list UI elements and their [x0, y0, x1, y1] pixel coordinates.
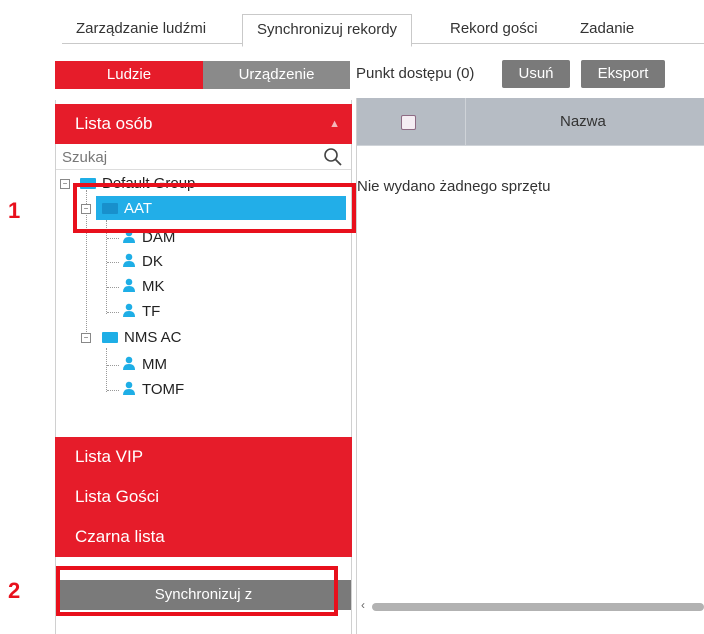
segment-device[interactable]: Urządzenie: [203, 61, 350, 89]
tree-item-label: TF: [142, 303, 161, 320]
tree-line: [107, 365, 119, 366]
table-header: Nazwa: [357, 98, 704, 146]
person-icon: [123, 356, 135, 371]
tree-item-label: TOMF: [142, 381, 185, 398]
tree-line: [107, 238, 119, 239]
access-point-label: Punkt dostępu (0): [356, 65, 475, 82]
tree-item-label: MK: [142, 278, 165, 295]
vip-list-header[interactable]: Lista VIP: [55, 437, 352, 477]
annotation-number-2: 2: [8, 578, 21, 603]
person-icon: [123, 303, 135, 318]
horizontal-scrollbar[interactable]: [372, 603, 704, 611]
tab-sync-records[interactable]: Synchronizuj rekordy: [242, 14, 413, 47]
annotation-number-1: 1: [8, 198, 21, 223]
tree-item-nms-ac[interactable]: NMS AC: [102, 326, 182, 350]
black-list-header[interactable]: Czarna lista: [55, 517, 352, 557]
collapse-toggle-icon[interactable]: −: [60, 179, 70, 189]
guest-list-header[interactable]: Lista Gości: [55, 477, 352, 517]
export-button[interactable]: Eksport: [581, 60, 665, 88]
tree-line: [107, 390, 119, 391]
segment-people[interactable]: Ludzie: [55, 61, 203, 89]
column-header-name[interactable]: Nazwa: [560, 98, 606, 146]
tree-item-label: NMS AC: [124, 329, 182, 346]
tree-line: [106, 220, 107, 314]
search-icon[interactable]: [323, 147, 343, 167]
tab-people-management[interactable]: Zarządzanie ludźmi: [62, 14, 220, 44]
tree-item-person[interactable]: TOMF: [122, 378, 184, 402]
delete-button[interactable]: Usuń: [502, 60, 570, 88]
tree-item-label: DK: [142, 253, 163, 270]
person-icon: [123, 381, 135, 396]
tree-item-label: MM: [142, 356, 167, 373]
tree-item-person[interactable]: TF: [122, 300, 160, 324]
column-divider: [465, 98, 466, 146]
tree-line: [106, 348, 107, 392]
chevron-up-icon[interactable]: ▲: [329, 104, 340, 144]
annotation-box-1: [73, 183, 356, 233]
person-icon: [123, 253, 135, 268]
tree-line: [107, 287, 119, 288]
tree-item-person[interactable]: MM: [122, 353, 167, 377]
person-icon: [123, 278, 135, 293]
search-input[interactable]: [56, 146, 312, 168]
search-box: [56, 146, 351, 170]
empty-state-message: Nie wydano żadnego sprzętu: [357, 178, 551, 195]
tab-bar: Zarządzanie ludźmi Synchronizuj rekordy …: [62, 14, 704, 47]
scroll-left-icon[interactable]: ‹: [361, 598, 365, 612]
select-all-checkbox[interactable]: [401, 115, 416, 130]
folder-icon: [102, 331, 118, 343]
tab-task[interactable]: Zadanie: [566, 14, 648, 44]
people-list-label: Lista osób: [75, 114, 153, 133]
tab-guest-record[interactable]: Rekord gości: [436, 14, 552, 44]
tree-item-person[interactable]: MK: [122, 275, 165, 299]
tree-line: [107, 262, 119, 263]
collapse-toggle-icon[interactable]: −: [81, 333, 91, 343]
annotation-box-2: [56, 566, 338, 616]
tree-item-person[interactable]: DK: [122, 250, 163, 274]
people-list-header[interactable]: Lista osób ▲: [55, 104, 352, 144]
tree-line: [107, 312, 119, 313]
